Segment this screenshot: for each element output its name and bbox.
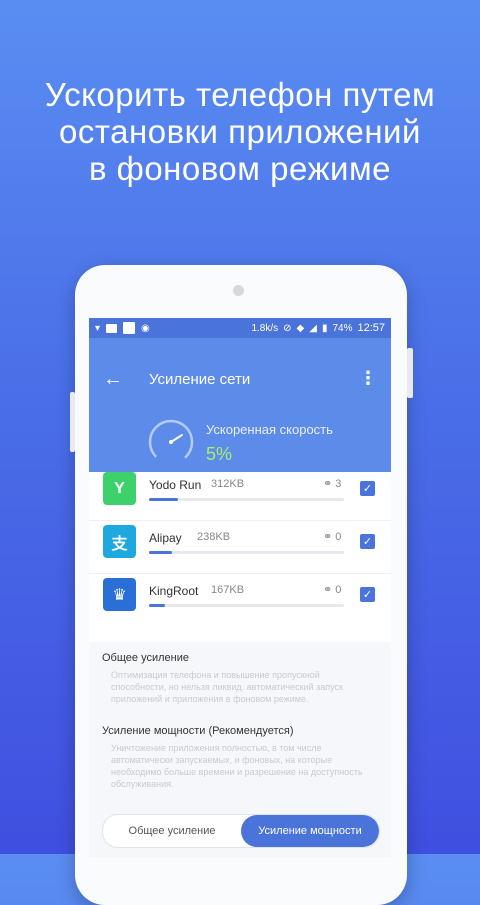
app-checkbox[interactable]: ✓ xyxy=(360,534,375,549)
status-bar: ▾ ◉ 1.8k/s ⊘ ◆ ◢ ▮ 74% 12:57 xyxy=(89,318,391,338)
app-list: Y Yodo Run 312KB ⚭ 3 ✓ 支 Alipay 238KB ⚭ … xyxy=(89,468,391,627)
back-arrow-icon[interactable]: ← xyxy=(103,368,123,391)
dnd-icon: ⊘ xyxy=(283,322,292,334)
power-boost-title: Усиление мощности (Рекомендуется) xyxy=(102,725,294,737)
app-checkbox[interactable]: ✓ xyxy=(360,587,375,602)
phone-screen: ▾ ◉ 1.8k/s ⊘ ◆ ◢ ▮ 74% 12:57 ← Усиление … xyxy=(89,318,391,858)
app-header: ← Усиление сети ⋮ Ускоренная скорость 5% xyxy=(89,338,391,472)
link-count: ⚭ 3 xyxy=(323,477,341,490)
more-options-icon[interactable]: ⋮ xyxy=(359,368,377,389)
headline-line-2: остановки приложений xyxy=(59,113,421,150)
link-count-value: 0 xyxy=(335,584,342,596)
app-row-alipay[interactable]: 支 Alipay 238KB ⚭ 0 ✓ xyxy=(89,521,391,574)
speed-label: Ускоренная скорость xyxy=(206,422,333,437)
signal-icon: ◢ xyxy=(309,322,317,334)
progress-bar xyxy=(149,604,344,607)
headline-line-3: в фоновом режиме xyxy=(88,150,392,187)
link-icon: ⚭ xyxy=(323,478,333,490)
app-size: 238KB xyxy=(197,531,231,543)
network-speed: 1.8k/s xyxy=(251,322,279,334)
general-boost-button[interactable]: Общее усиление xyxy=(103,815,241,847)
app-checkbox[interactable]: ✓ xyxy=(360,481,375,496)
app-name: KingRoot xyxy=(149,584,199,598)
progress-fill xyxy=(149,551,173,554)
battery-percent: 74% xyxy=(332,322,353,334)
headline: Ускорить телефон путем остановки приложе… xyxy=(0,76,480,187)
boost-mode-toggle: Общее усиление Усиление мощности xyxy=(102,814,380,848)
app-row-yodo-run[interactable]: Y Yodo Run 312KB ⚭ 3 ✓ xyxy=(89,468,391,521)
power-boost-button[interactable]: Усиление мощности xyxy=(241,815,379,847)
progress-bar xyxy=(149,551,344,554)
app-size: 312KB xyxy=(211,478,245,490)
progress-fill xyxy=(149,604,165,607)
clock: 12:57 xyxy=(357,322,385,334)
image-icon xyxy=(106,323,118,333)
progress-bar xyxy=(149,498,344,501)
wifi-icon: ▾ xyxy=(95,322,101,334)
screen-title: Усиление сети xyxy=(149,371,251,388)
link-count-value: 3 xyxy=(335,478,342,490)
link-icon: ⚭ xyxy=(323,584,333,596)
yodo-run-icon: Y xyxy=(103,472,136,505)
general-boost-description: Оптимизация телефона и повышение пропуск… xyxy=(111,670,343,704)
phone-camera xyxy=(233,285,244,296)
app-row-kingroot[interactable]: ♛ KingRoot 167KB ⚭ 0 ✓ xyxy=(89,574,391,627)
app-name: Alipay xyxy=(149,531,182,545)
link-count-value: 0 xyxy=(335,531,342,543)
headline-line-1: Ускорить телефон путем xyxy=(44,76,436,113)
general-boost-title: Общее усиление xyxy=(102,652,189,664)
app-size: 167KB xyxy=(211,584,245,596)
phone-side-button-left xyxy=(70,392,75,452)
notification-icon xyxy=(123,322,136,334)
diamond-icon: ◆ xyxy=(296,322,305,334)
link-count: ⚭ 0 xyxy=(323,530,341,543)
speed-value: 5% xyxy=(206,444,233,464)
phone-side-button-right xyxy=(407,348,413,398)
battery-icon: ▮ xyxy=(321,322,328,334)
kingroot-icon: ♛ xyxy=(103,578,136,611)
link-icon: ⚭ xyxy=(323,531,333,543)
boost-info-panel: Общее усиление Оптимизация телефона и по… xyxy=(89,642,391,858)
progress-fill xyxy=(149,498,179,501)
alipay-icon: 支 xyxy=(103,525,136,558)
shield-icon: ◉ xyxy=(141,322,150,334)
power-boost-description: Уничтожение приложения полностью, в том … xyxy=(111,743,363,789)
speedometer-icon xyxy=(148,419,194,465)
link-count: ⚭ 0 xyxy=(323,583,341,596)
app-name: Yodo Run xyxy=(149,478,202,492)
